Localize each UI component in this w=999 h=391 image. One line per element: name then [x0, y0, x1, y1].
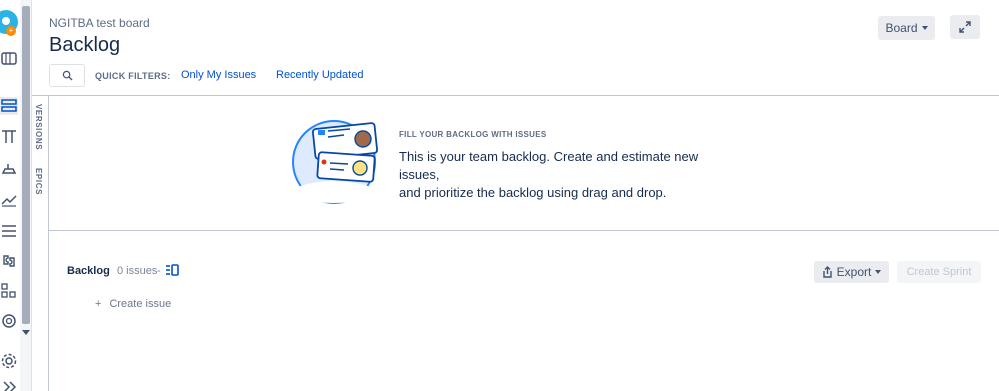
search-input[interactable]: [49, 64, 85, 87]
tab-versions[interactable]: VERSIONS: [34, 104, 43, 150]
empty-state-line-2: and prioritize the backlog using drag an…: [399, 185, 667, 200]
backlog-separator: -: [157, 265, 161, 277]
active-sprints-icon[interactable]: [0, 128, 18, 146]
app-sidebar: +: [0, 0, 20, 391]
settings-icon[interactable]: [0, 352, 18, 370]
share-icon: [822, 266, 832, 278]
header-divider: [32, 95, 999, 96]
components-icon[interactable]: [0, 252, 18, 270]
filter-recently-updated[interactable]: Recently Updated: [276, 69, 363, 81]
backlog-icon[interactable]: [0, 97, 18, 115]
backlog-section-title: Backlog: [67, 265, 110, 277]
board-icon[interactable]: [0, 50, 18, 68]
create-issue-button[interactable]: + Create issue: [95, 298, 171, 310]
expand-icon: [959, 21, 971, 33]
scrollbar-thumb[interactable]: [22, 6, 30, 324]
releases-icon[interactable]: [0, 160, 18, 178]
project-name[interactable]: NGITBA test board: [49, 16, 150, 30]
create-sprint-button[interactable]: Create Sprint: [897, 261, 981, 283]
add-item-icon[interactable]: [0, 282, 18, 300]
page-title: Backlog: [49, 34, 121, 56]
side-panel-divider: [48, 96, 49, 391]
notification-badge-icon: +: [6, 26, 16, 36]
chevron-down-icon: [921, 26, 928, 30]
chevron-down-icon: [875, 270, 882, 274]
quick-filters-label: QUICK FILTERS:: [95, 71, 171, 81]
sidebar-scrollbar[interactable]: [20, 0, 32, 391]
empty-backlog-illustration: [292, 120, 379, 204]
issues-icon[interactable]: [0, 222, 18, 240]
expand-button[interactable]: [950, 15, 980, 39]
export-button[interactable]: Export: [814, 261, 889, 283]
collapse-icon[interactable]: [0, 378, 18, 391]
search-icon: [62, 70, 73, 81]
backlog-issue-count: 0 issues: [117, 265, 158, 277]
board-button-label: Board: [885, 21, 918, 35]
project-pages-icon[interactable]: [0, 312, 18, 330]
board-button[interactable]: Board: [878, 16, 935, 40]
tab-epics[interactable]: EPICS: [34, 168, 43, 195]
plus-icon: +: [95, 298, 102, 310]
scroll-down-arrow-icon[interactable]: [22, 330, 30, 335]
empty-state-line-1: This is your team backlog. Create and es…: [399, 149, 699, 182]
export-button-label: Export: [836, 265, 872, 279]
estimate-icon[interactable]: [165, 264, 179, 276]
empty-state-description: This is your team backlog. Create and es…: [399, 148, 739, 202]
filter-only-my-issues[interactable]: Only My Issues: [181, 69, 256, 81]
backlog-divider: [49, 230, 999, 231]
reports-icon[interactable]: [0, 191, 18, 209]
create-issue-label: Create issue: [109, 298, 172, 310]
empty-state-heading: FILL YOUR BACKLOG WITH ISSUES: [399, 130, 547, 139]
